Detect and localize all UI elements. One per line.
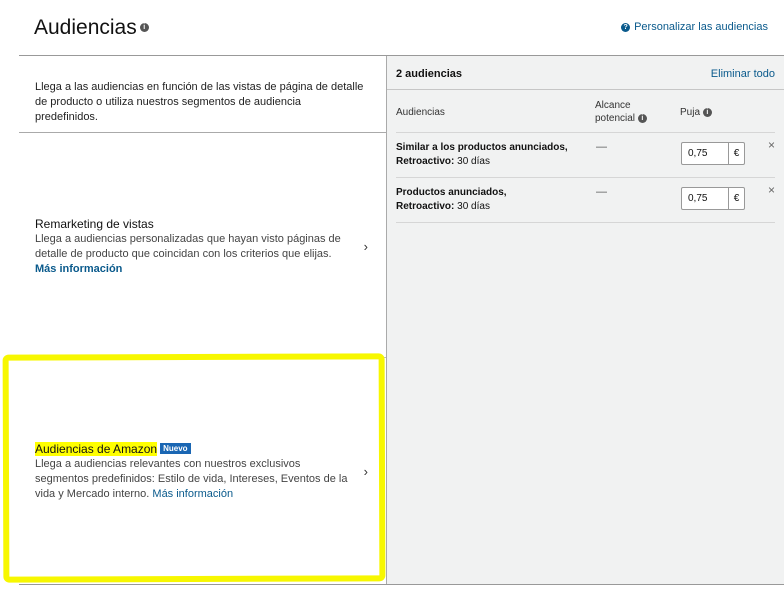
chevron-right-icon[interactable]: › [364, 239, 368, 254]
remove-all-button[interactable]: Eliminar todo [711, 68, 775, 80]
column-bid: Puja i [680, 106, 712, 119]
intro-section: Llega a las audiencias en función de las… [19, 56, 386, 133]
bid-field: € [681, 187, 745, 210]
new-badge: Nuevo [160, 443, 191, 454]
column-reach-line2: potencial [595, 113, 636, 124]
option-title: Audiencias de Amazon Nuevo [35, 442, 191, 456]
option-description: Llega a audiencias personalizadas que ha… [35, 232, 351, 277]
bid-input[interactable] [682, 143, 728, 164]
option-description: Llega a audiencias relevantes con nuestr… [35, 457, 351, 502]
option-amazon-audiences[interactable]: Audiencias de Amazon Nuevo Llega a audien… [19, 358, 386, 584]
column-bid-label: Puja [680, 107, 701, 118]
lookback-value: 30 días [457, 201, 490, 212]
column-reach: Alcance potencial i [595, 99, 647, 125]
currency-symbol: € [728, 143, 744, 164]
info-icon[interactable]: i [702, 107, 712, 117]
option-title: Remarketing de vistas [35, 217, 154, 231]
selected-header: 2 audiencias Eliminar todo [387, 56, 784, 90]
lookback-label: Retroactivo: [396, 201, 455, 212]
column-audiences: Audiencias [396, 107, 445, 118]
selected-audiences-list: Similar a los productos anunciados, Retr… [396, 132, 775, 223]
table-row: Productos anunciados, Retroactivo: 30 dí… [396, 177, 775, 223]
option-views-remarketing[interactable]: Remarketing de vistas Llega a audiencias… [19, 133, 386, 358]
bid-input[interactable] [682, 188, 728, 209]
page-title-text: Audiencias [34, 16, 137, 39]
customize-audiences-link[interactable]: ? Personalizar las audiencias [621, 21, 768, 33]
page-header: Audiencias i ? Personalizar las audiencia… [0, 0, 784, 56]
close-icon[interactable]: × [768, 183, 775, 197]
currency-symbol: € [728, 188, 744, 209]
audience-count: 2 audiencias [396, 68, 463, 80]
option-title-text: Audiencias de Amazon [35, 442, 158, 456]
audience-name-text: Similar a los productos anunciados, [396, 142, 568, 153]
column-reach-line1: Alcance [595, 100, 631, 111]
close-icon[interactable]: × [768, 138, 775, 152]
page-title: Audiencias i [34, 16, 149, 40]
bid-field: € [681, 142, 745, 165]
more-info-link[interactable]: Más información [152, 488, 233, 500]
audience-name-text: Productos anunciados, [396, 187, 507, 198]
info-icon[interactable]: i [139, 22, 149, 32]
lookback-label: Retroactivo: [396, 156, 455, 167]
table-header: Audiencias Alcance potencial i Puja i [387, 90, 784, 132]
divider [19, 584, 784, 585]
audience-name: Productos anunciados, Retroactivo: 30 dí… [396, 186, 507, 214]
info-icon[interactable]: i [637, 113, 647, 123]
potential-reach: — [596, 141, 607, 153]
chevron-right-icon[interactable]: › [364, 464, 368, 479]
potential-reach: — [596, 186, 607, 198]
option-description-text: Llega a audiencias personalizadas que ha… [35, 233, 341, 260]
customize-audiences-label: Personalizar las audiencias [634, 21, 768, 33]
more-info-link[interactable]: Más información [35, 263, 122, 275]
table-row: Similar a los productos anunciados, Retr… [396, 132, 775, 177]
lookback-value: 30 días [457, 156, 490, 167]
audience-name: Similar a los productos anunciados, Retr… [396, 141, 568, 169]
help-icon: ? [621, 22, 631, 32]
audience-options-panel: Llega a las audiencias en función de las… [19, 56, 386, 584]
intro-text: Llega a las audiencias en función de las… [35, 81, 364, 123]
selected-audiences-panel: 2 audiencias Eliminar todo Audiencias Al… [386, 56, 784, 584]
